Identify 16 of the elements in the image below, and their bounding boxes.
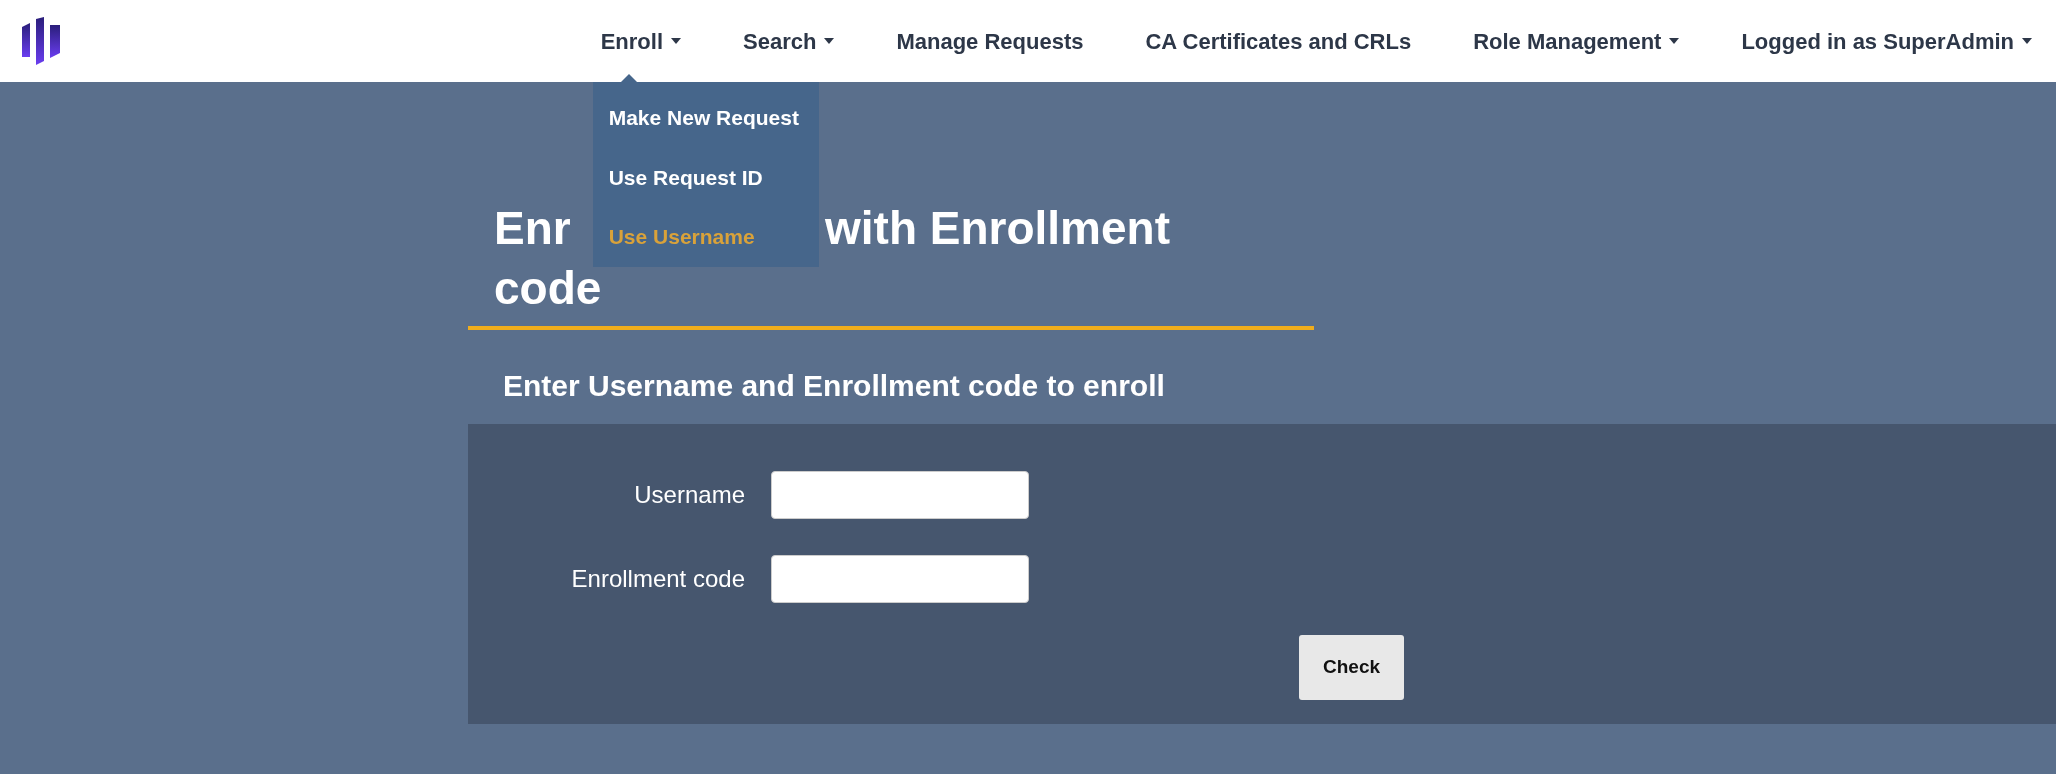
input-field[interactable] bbox=[771, 471, 1029, 519]
page-title: with Enrollment bbox=[825, 201, 1170, 256]
input-field[interactable] bbox=[771, 555, 1029, 603]
field-label: Username bbox=[633, 480, 745, 510]
check-button[interactable]: Check bbox=[1299, 635, 1404, 700]
field-label: Enrollment code bbox=[570, 564, 745, 594]
dropdown-item[interactable]: Use Request ID bbox=[592, 147, 819, 207]
nav-menu-item[interactable]: CA Certificates and CRLs bbox=[1145, 24, 1412, 58]
nav-menu-item[interactable]: Manage Requests bbox=[896, 24, 1084, 58]
section-subtitle: Enter Username and Enrollment code to enroll bbox=[503, 368, 1166, 404]
nav-menu-item[interactable]: Logged in as SuperAdmin bbox=[1741, 24, 2032, 58]
nav-menu-item[interactable]: Role Management bbox=[1473, 24, 1680, 58]
dropdown-item[interactable]: Make New Request bbox=[592, 88, 819, 148]
page-title: Enr bbox=[494, 201, 571, 256]
nav-menu-item[interactable]: Enroll bbox=[600, 24, 681, 58]
nav-menu-item[interactable]: Search bbox=[743, 24, 835, 58]
